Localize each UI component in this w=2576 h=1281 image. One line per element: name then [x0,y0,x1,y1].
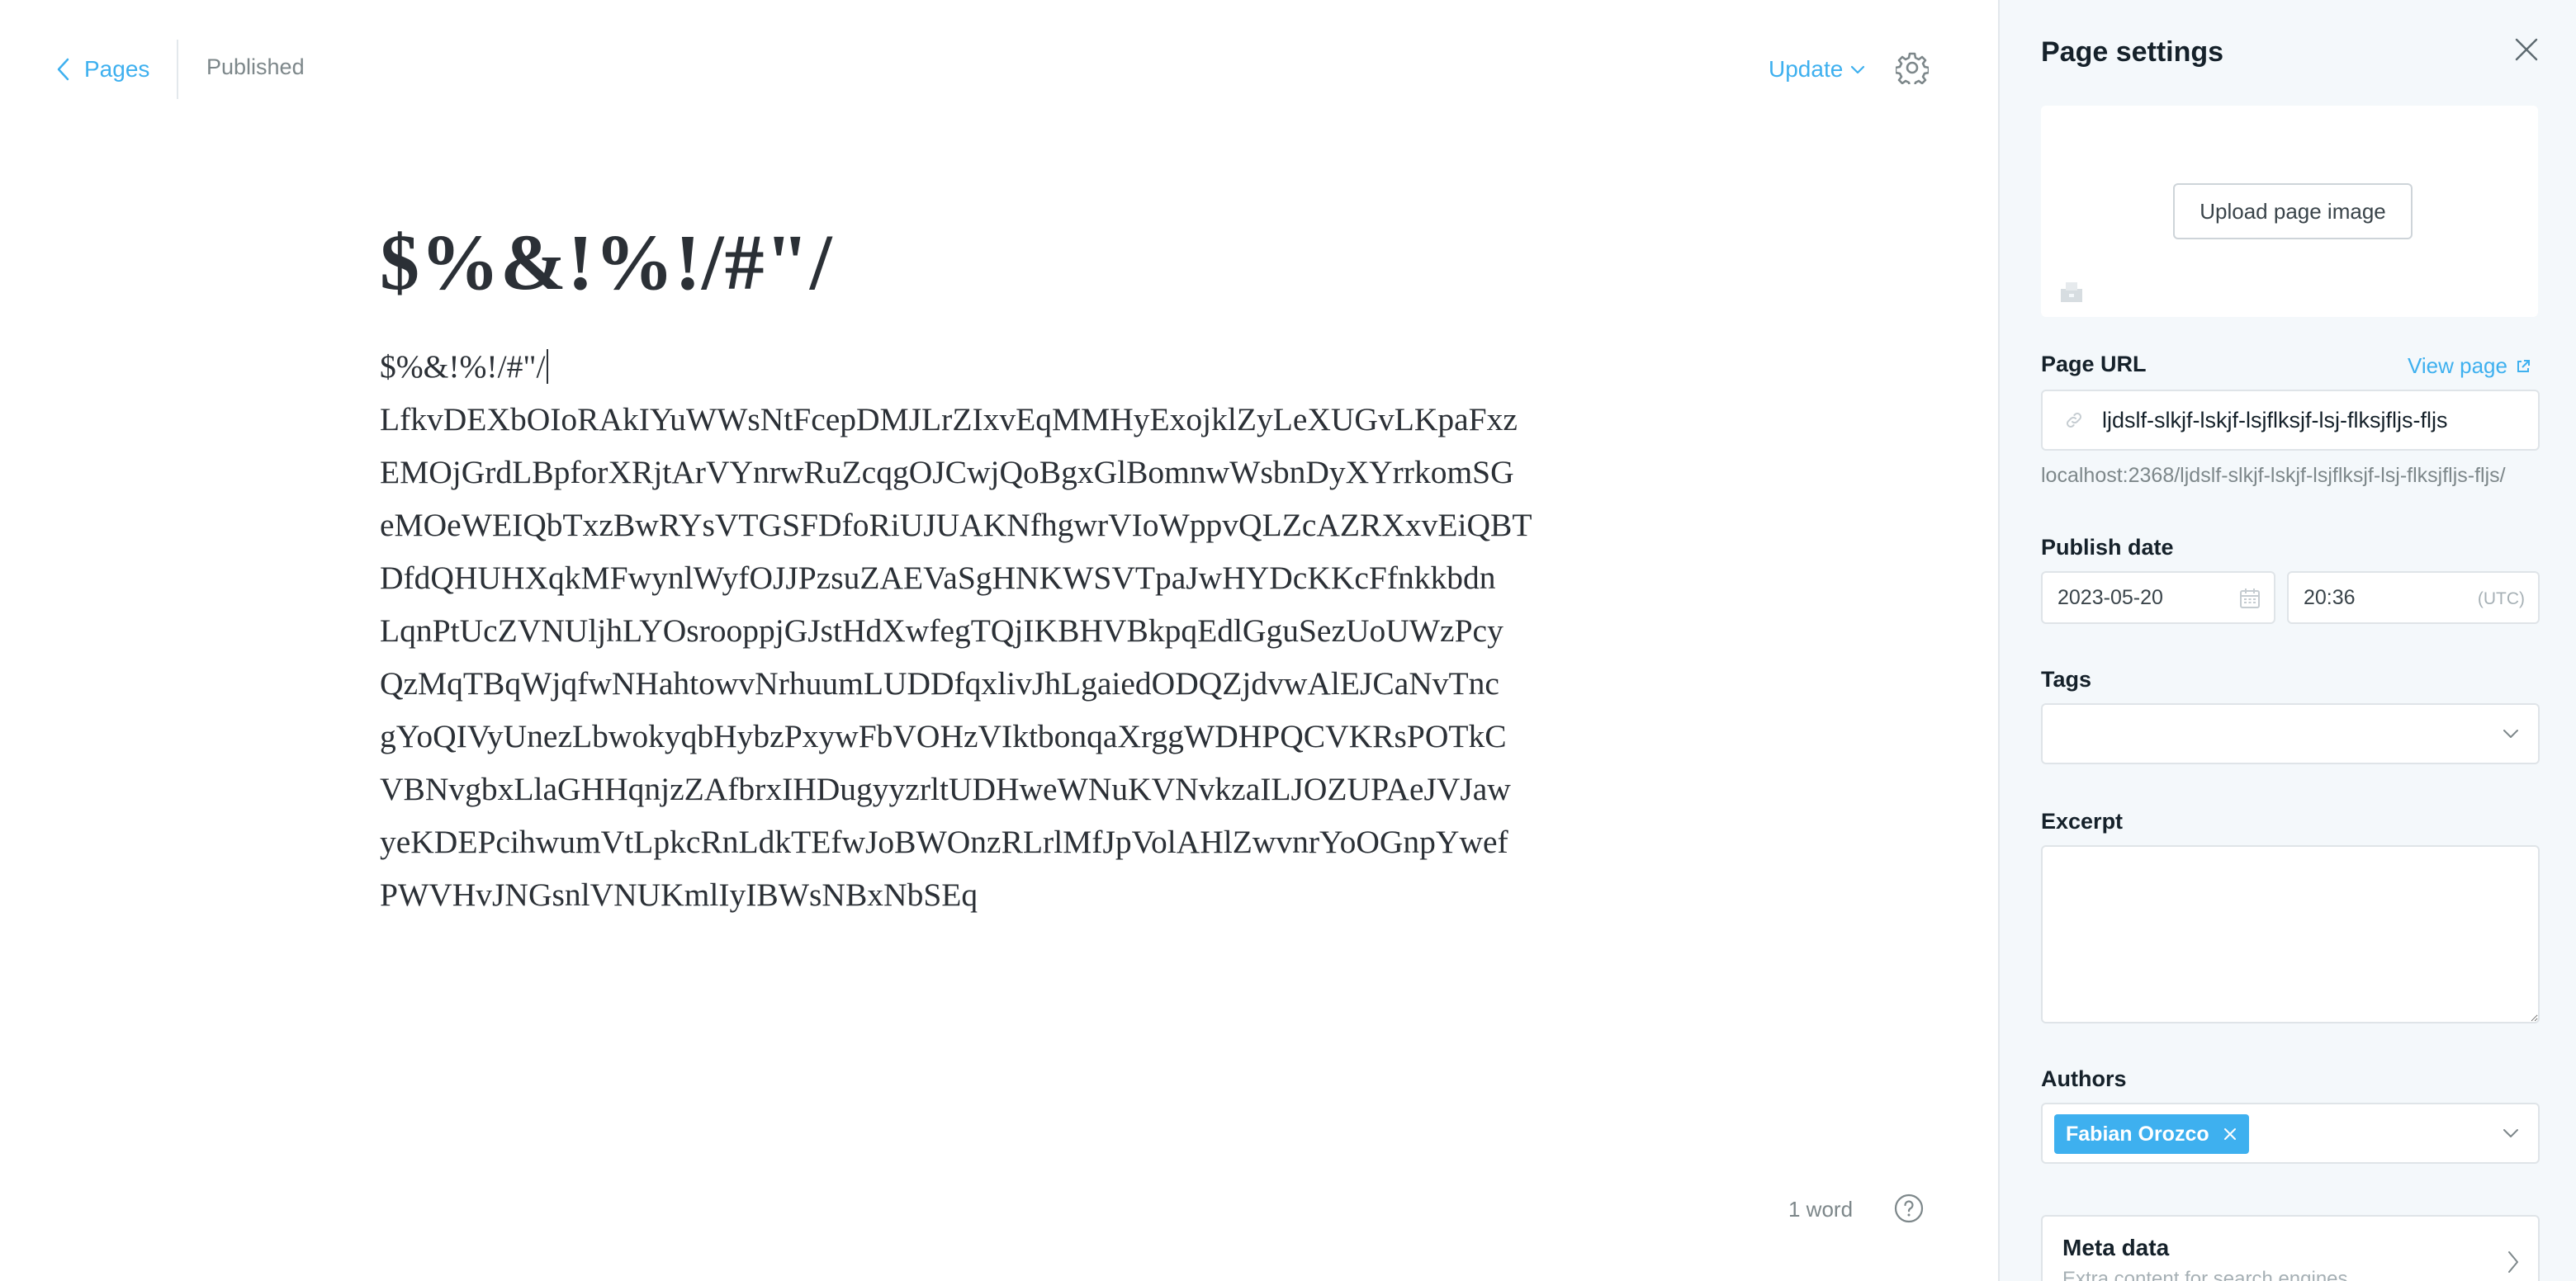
page-url-label: Page URL [2041,352,2147,376]
page-title[interactable]: $%&!%!/#"/ [380,216,833,308]
gear-icon[interactable] [1896,51,1929,84]
page-image-dropzone[interactable]: Upload page image [2041,106,2538,317]
authors-select[interactable]: Fabian Orozco [2041,1103,2540,1164]
page-settings-panel: Page settings Upload page image Page URL… [1998,0,2576,1281]
image-placeholder-icon [2061,282,2082,302]
meta-data-subtitle: Extra content for search engines [2062,1268,2348,1281]
page-body-editor[interactable]: $%&!%!/#"/ LfkvDEXbOIoRAkIYuWWsNtFcepDMJ… [380,340,1635,921]
chevron-down-icon [2503,1129,2518,1137]
panel-title: Page settings [2041,36,2224,68]
publish-date-value: 2023-05-20 [2057,585,2163,609]
body-line: DfdQHUHXqkMFwynlWyfOJJPzsuZAEVaSgHNKWSVT… [380,560,1496,596]
tags-label: Tags [2041,667,2092,692]
publish-date-label: Publish date [2041,535,2174,560]
publish-date-input[interactable]: 2023-05-20 [2041,571,2275,624]
authors-label: Authors [2041,1066,2127,1091]
timezone-label: (UTC) [2477,589,2525,608]
calendar-icon [2240,589,2260,608]
body-line: EMOjGrdLBpforXRjtArVYnrwRuZcqgOJCwjQoBgx… [380,454,1514,490]
body-line: QzMqTBqWjqfwNHahtowvNrhuumLUDDfqxlivJhLg… [380,665,1499,702]
page-url-field[interactable] [2041,390,2540,451]
word-count: 1 word [1788,1197,1854,1222]
view-page-link[interactable]: View page [2408,353,2531,379]
body-line: $%&!%!/#"/ [380,340,1635,393]
body-line: LfkvDEXbOIoRAkIYuWWsNtFcepDMJLrZIxvEqMMH… [380,401,1518,437]
chevron-down-icon [2503,730,2518,738]
status-label: Published [206,54,305,79]
update-button-label: Update [1769,56,1844,82]
external-link-icon [2517,359,2530,372]
update-button[interactable]: Update [1769,53,1866,86]
editor-header: Pages Published Update [0,0,1998,139]
body-line: yeKDEPcihwumVtLpkcRnLdkTEfwJoBWOnzRLrlMf… [380,824,1508,860]
remove-author-icon[interactable] [2223,1127,2237,1142]
meta-data-title: Meta data [2062,1235,2170,1260]
page-url-preview: localhost:2368/ljdslf-slkjf-lskjf-lsjflk… [2041,464,2506,487]
header-divider [177,40,178,99]
close-icon[interactable] [2513,36,2540,63]
upload-page-image-button[interactable]: Upload page image [2173,183,2413,239]
body-line: PWVHvJNGsnlVNUKmlIyIBWsNBxNbSEq [380,877,978,913]
publish-time-value: 20:36 [2304,585,2356,609]
body-line: VBNvgbxLlaGHHqnjzZAfbrxIHDugyyzrltUDHweW… [380,771,1511,807]
body-line: eMOeWEIQbTxzBwRYsVTGSFDfoRiUJUAKNfhgwrVI… [380,507,1532,543]
back-link-label: Pages [84,56,150,82]
page-url-input[interactable] [2102,407,2531,433]
chevron-down-icon [1851,65,1865,74]
body-line: gYoQIVyUnezLbwokyqbHybzPxywFbVOHzVIktbon… [380,718,1507,754]
editor-area: Pages Published Update $%&!%!/#"/ $%&!%!… [0,0,1998,1281]
author-tag: Fabian Orozco [2054,1114,2249,1154]
excerpt-textarea[interactable] [2041,845,2540,1023]
link-icon [2067,413,2081,428]
publish-time-input[interactable]: 20:36 (UTC) [2287,571,2540,624]
help-icon[interactable] [1894,1194,1924,1223]
back-to-pages-link[interactable]: Pages [54,53,149,86]
chevron-left-icon [57,58,69,81]
tags-select[interactable] [2041,703,2540,764]
chevron-right-icon [2508,1251,2518,1273]
excerpt-label: Excerpt [2041,809,2124,834]
body-line: LqnPtUcZVNUljhLYOsrooppjGJstHdXwfegTQjIK… [380,612,1503,649]
view-page-label: View page [2408,353,2507,378]
author-name: Fabian Orozco [2066,1122,2209,1146]
text-caret [547,349,549,384]
meta-data-menu-item[interactable]: Meta data Extra content for search engin… [2041,1215,2540,1281]
